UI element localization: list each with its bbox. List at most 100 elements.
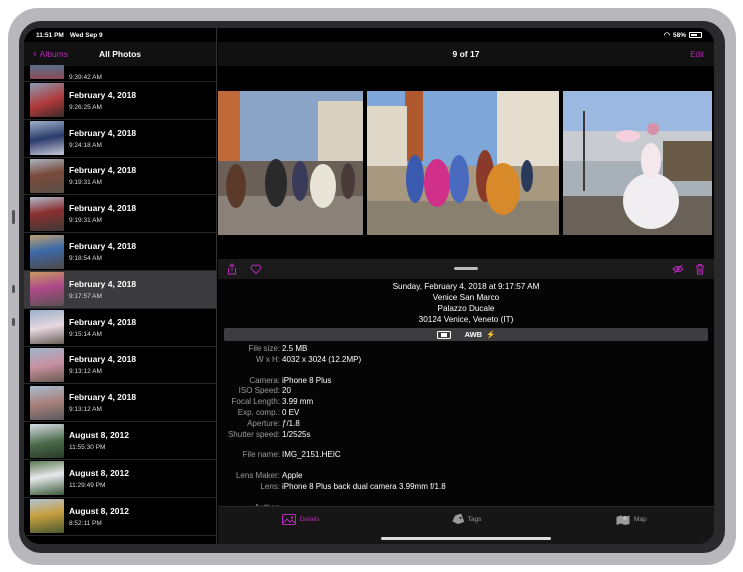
photo-time: 9:18:54 AM [69, 255, 102, 263]
status-time: 11:51 PM [36, 31, 64, 39]
photo-time: 11:29:49 PM [69, 481, 106, 489]
photo-image [367, 91, 559, 235]
tab-map[interactable]: Map [549, 507, 714, 544]
list-item-selected[interactable]: February 4, 2018 9:17:57 AM [24, 270, 216, 309]
location-line: Venice San Marco [432, 293, 500, 302]
photo-sidebar: ‹ Albums All Photos 9:39:42 AM February … [24, 28, 217, 544]
list-item-text: February 4, 2018 9:15:14 AM [69, 317, 136, 338]
detail-value: 2.5 MB [282, 344, 308, 353]
photo-thumbnail [30, 385, 64, 420]
flash-off-icon: ⚡ [486, 330, 496, 339]
list-item[interactable]: August 8, 2012 11:55:30 PM [24, 422, 216, 460]
screen: ‹ Albums All Photos 9:39:42 AM February … [24, 28, 714, 544]
albums-back-button[interactable]: ‹ Albums [24, 48, 68, 60]
list-item[interactable]: February 4, 2018 9:19:31 AM [24, 158, 216, 196]
wifi-icon: ◠ [663, 32, 670, 39]
awb-label: AWB [464, 330, 483, 339]
list-item[interactable]: February 4, 2018 9:18:54 AM [24, 233, 216, 271]
photo-thumbnail [30, 272, 64, 307]
detail-row: Camera: iPhone 8 Plus [218, 376, 714, 387]
detail-value: 0 EV [282, 407, 300, 417]
list-item-text: February 4, 2018 9:19:31 AM [69, 203, 136, 224]
detail-label: Shutter speed: [227, 429, 280, 439]
detail-label: W x H: [256, 354, 280, 364]
list-item-text: February 4, 2018 9:26:25 AM [69, 90, 136, 111]
photo-thumbnail [30, 461, 64, 496]
list-item[interactable]: February 4, 2018 9:15:14 AM [24, 309, 216, 347]
detail-value: ƒ/1.8 [282, 418, 300, 428]
detail-label: File name: [242, 450, 280, 460]
detail-label: Focal Length: [231, 397, 280, 407]
location-line: Palazzo Ducale [437, 304, 495, 313]
photo-thumbnail [30, 83, 64, 118]
photo-time: 8:52:11 PM [69, 519, 102, 527]
list-item-text: 9:39:42 AM [69, 74, 102, 81]
photo-time: 9:19:31 AM [69, 217, 102, 225]
photo-info-panel: Sunday, February 4, 2018 at 9:17:57 AM V… [218, 279, 714, 512]
list-item-text: February 4, 2018 9:24:18 AM [69, 128, 136, 149]
share-icon[interactable] [226, 263, 238, 275]
list-item[interactable]: February 4, 2018 9:19:31 AM [24, 195, 216, 234]
tab-details[interactable]: Details [218, 507, 383, 544]
hardware-button [12, 318, 15, 326]
list-item-text: February 4, 2018 9:13:12 AM [69, 392, 136, 413]
tab-label: Details [299, 516, 320, 523]
detail-row: Focal Length: 3.99 mm [218, 397, 714, 408]
list-item-text: August 8, 2012 11:29:49 PM [69, 468, 129, 489]
list-item[interactable]: August 8, 2012 8:52:11 PM [24, 498, 216, 536]
photo-thumbnail [30, 310, 64, 345]
list-item[interactable]: February 4, 2018 9:13:12 AM [24, 384, 216, 423]
detail-value: iPhone 8 Plus [282, 375, 332, 385]
photo-thumbnail [30, 347, 64, 382]
trash-icon[interactable] [694, 263, 706, 275]
detail-value: IMG_2151.HEIC [282, 450, 341, 460]
detail-nav-bar: 9 of 17 Edit [218, 42, 714, 66]
photo-date: August 8, 2012 [69, 467, 129, 478]
photo-date: February 4, 2018 [69, 316, 137, 327]
edit-button[interactable]: Edit [690, 50, 704, 59]
detail-row: Lens Maker: Apple [218, 471, 714, 482]
hide-icon[interactable] [672, 263, 684, 275]
photo-date: February 4, 2018 [69, 89, 137, 100]
detail-row: Aperture: ƒ/1.8 [218, 419, 714, 430]
detail-row: Lens: iPhone 8 Plus back dual camera 3.99… [218, 482, 714, 493]
home-indicator [381, 537, 551, 540]
detail-value: Apple [282, 471, 303, 481]
heart-icon[interactable] [250, 263, 262, 275]
photo-date: February 4, 2018 [69, 203, 137, 214]
detail-value: iPhone 8 Plus back dual camera 3.99mm f/… [282, 481, 446, 491]
list-item[interactable]: February 4, 2018 9:24:18 AM [24, 120, 216, 158]
photo-date: February 4, 2018 [69, 165, 137, 176]
photo-current[interactable] [367, 91, 559, 235]
photo-list: 9:39:42 AM February 4, 2018 9:26:25 AM F… [24, 65, 216, 536]
list-item-text: August 8, 2012 11:55:30 PM [69, 430, 129, 451]
photo-carousel[interactable] [218, 91, 714, 235]
list-item[interactable]: February 4, 2018 9:13:12 AM [24, 347, 216, 385]
photo-action-bar [218, 259, 714, 279]
sheet-grabber[interactable] [454, 267, 478, 270]
photo-counter: 9 of 17 [452, 49, 480, 59]
photo-detail-pane: 9 of 17 Edit Sunday, February 4, 2018 at… [218, 28, 714, 544]
photo-time: 9:39:42 AM [69, 74, 102, 81]
metering-icon [436, 330, 451, 339]
photo-image [218, 91, 363, 235]
list-item[interactable]: February 4, 2018 9:26:25 AM [24, 82, 216, 120]
detail-label: Lens: [260, 481, 280, 491]
photo-date: February 4, 2018 [69, 241, 137, 252]
photo-thumbnail [30, 499, 64, 534]
photo-previous[interactable] [218, 91, 363, 235]
list-item[interactable]: August 8, 2012 11:29:49 PM [24, 460, 216, 498]
hardware-button [12, 210, 15, 224]
battery-icon [689, 32, 702, 38]
detail-value: 3.99 mm [282, 397, 314, 407]
detail-row: File size: 2.5 MB [218, 344, 714, 355]
detail-label: File size: [248, 344, 280, 353]
list-item[interactable]: 9:39:42 AM [24, 65, 216, 82]
bottom-tab-bar: Details Tags Map [218, 506, 714, 544]
tag-icon [451, 514, 464, 525]
photo-next[interactable] [563, 91, 712, 235]
detail-label: Camera: [249, 375, 280, 385]
action-bar-right [672, 263, 706, 275]
status-right: ◠ 58% [664, 31, 702, 39]
photo-time: 9:19:31 AM [69, 179, 102, 187]
